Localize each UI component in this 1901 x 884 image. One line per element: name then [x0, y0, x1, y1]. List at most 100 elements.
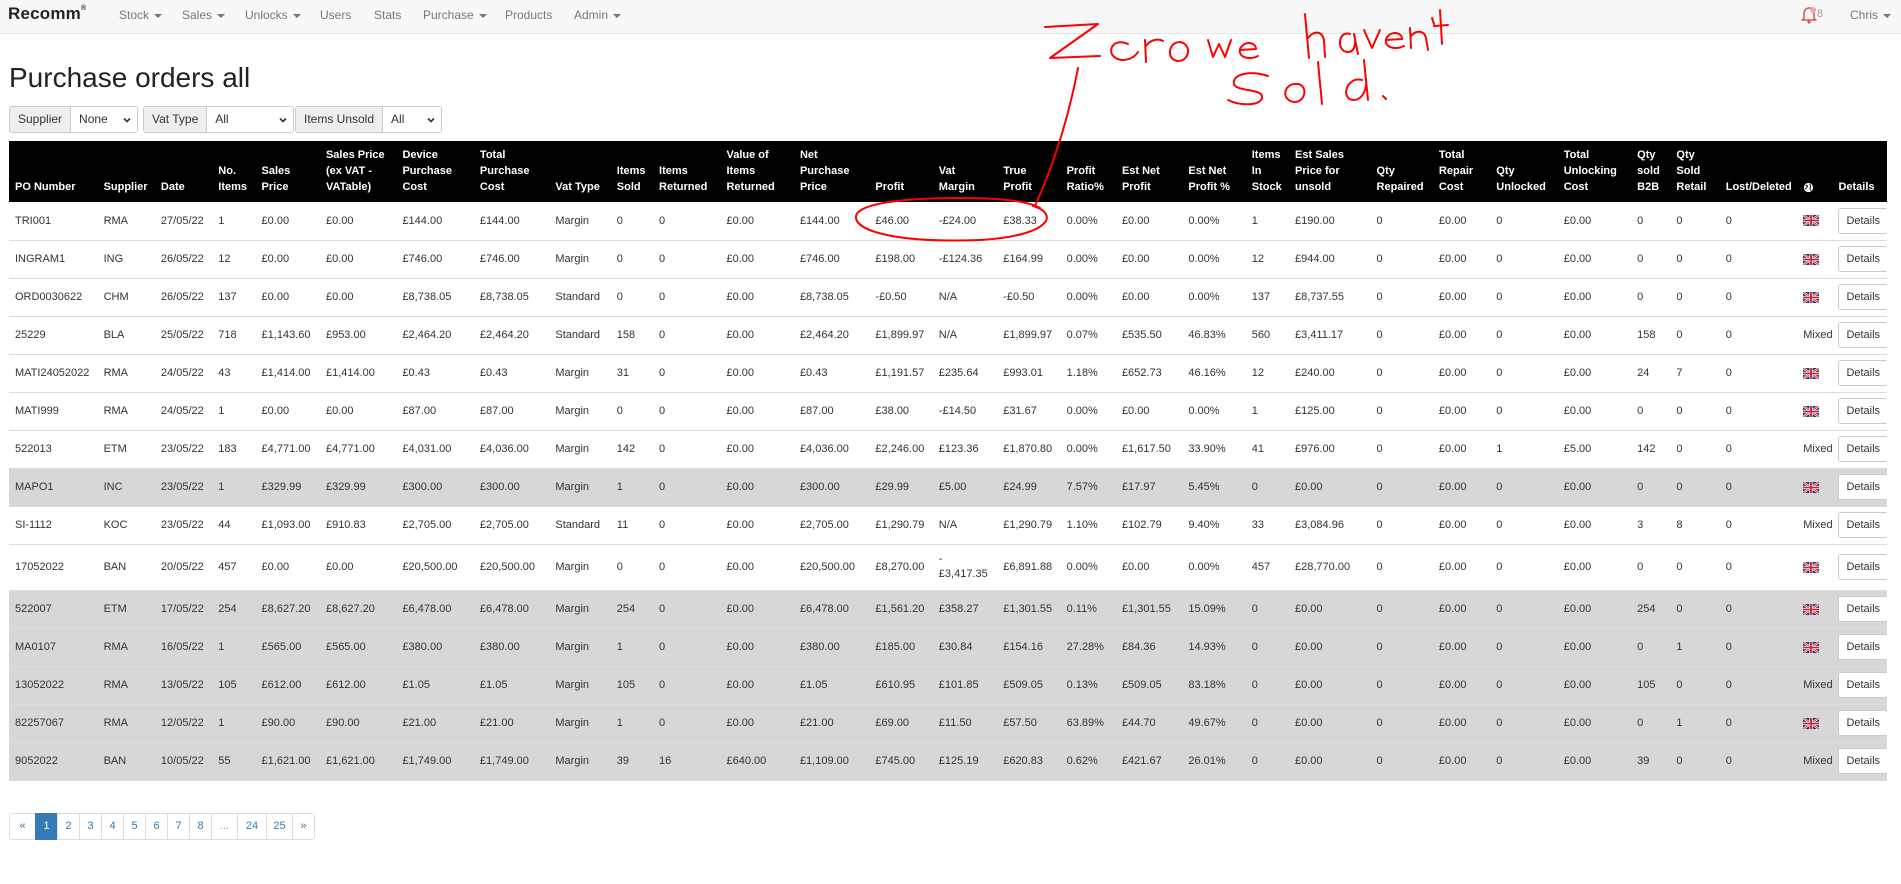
vat-type-select[interactable]: All: [207, 107, 294, 132]
details-button[interactable]: Details: [1838, 512, 1887, 538]
nav-purchase-label: Purchase: [423, 8, 474, 22]
table-row[interactable]: MATI999 RMA 24/05/22 1 £0.00 £0.00 £87.00 £87.0…: [9, 392, 1887, 431]
col-header-total-purchase-cost: Total Purchase Cost: [473, 141, 550, 202]
cell-qty-repaired: 0: [1370, 468, 1433, 507]
nav-stock[interactable]: Stock: [119, 8, 163, 22]
table-row[interactable]: 522007 ETM 17/05/22 254 £8,627.20 £8,627.20 £6…: [9, 590, 1887, 629]
cell-no-items: 718: [212, 316, 256, 355]
table-row[interactable]: 13052022 RMA 13/05/22 105 £612.00 £612.00 £1.0…: [9, 666, 1887, 705]
supplier-select[interactable]: None: [71, 107, 138, 132]
page-next-button[interactable]: »: [292, 813, 315, 840]
col-header-net-purchase-price: Net Purchase Price: [793, 141, 870, 202]
page-prev-button[interactable]: «: [9, 813, 36, 840]
cell-profit: £2,246.00: [869, 430, 933, 469]
details-button[interactable]: Details: [1838, 672, 1887, 698]
details-button[interactable]: Details: [1838, 596, 1887, 622]
cell-total-unlocking-cost: £0.00: [1557, 354, 1632, 393]
nav-stats[interactable]: Stats: [374, 8, 401, 22]
cell-lost-deleted: 0: [1719, 392, 1798, 431]
table-row[interactable]: MATI24052022 RMA 24/05/22 43 £1,414.00 £1,414…: [9, 354, 1887, 393]
cell-est-net-profit: £0.00: [1115, 240, 1183, 279]
cell-no-items: 43: [212, 354, 256, 393]
details-button[interactable]: Details: [1838, 436, 1887, 462]
table-row[interactable]: MAPO1 INC 23/05/22 1 £329.99 £329.99 £300.00 £3…: [9, 468, 1887, 507]
cell-vat-margin: £30.84: [932, 628, 998, 667]
details-button[interactable]: Details: [1838, 322, 1887, 348]
details-button[interactable]: Details: [1838, 207, 1887, 234]
cell-lost-deleted: 0: [1719, 666, 1798, 705]
cell-est-net-profit: 46.83%: [1182, 316, 1246, 355]
page-button-24[interactable]: 24: [237, 813, 267, 840]
cell-profit: £610.95: [869, 666, 933, 705]
user-menu[interactable]: Chris: [1850, 8, 1892, 22]
cell-profit-ratio: 0.00%: [1060, 544, 1116, 591]
table-row[interactable]: TRI001 RMA 27/05/22 1 £0.00 £0.00 £144.00 £144.…: [9, 202, 1887, 241]
details-button[interactable]: Details: [1838, 474, 1887, 500]
table-row[interactable]: 25229 BLA 25/05/22 718 £1,143.60 £953.00 £2,46…: [9, 316, 1887, 355]
details-button[interactable]: Details: [1838, 634, 1887, 660]
nav-purchase[interactable]: Purchase: [423, 8, 487, 22]
details-button[interactable]: Details: [1838, 748, 1887, 774]
cell-true-profit: £1,870.80: [997, 430, 1061, 469]
table-row[interactable]: INGRAM1 ING 26/05/22 12 £0.00 £0.00 £746.00 £74…: [9, 240, 1887, 279]
cell-date: 12/05/22: [154, 704, 213, 743]
page-button-4[interactable]: 4: [101, 813, 124, 840]
cell-qty-sold-b2b: 0: [1631, 392, 1671, 431]
cell-qty-sold-retail: 0: [1670, 544, 1720, 591]
details-button[interactable]: Details: [1838, 246, 1887, 272]
nav-unlocks[interactable]: Unlocks: [245, 8, 301, 22]
details-button[interactable]: Details: [1838, 710, 1887, 736]
cell-vat-type: Margin: [549, 430, 611, 469]
cell-est-sales-price-for-unsold: £28,770.00: [1289, 544, 1371, 591]
details-button[interactable]: Details: [1838, 398, 1887, 424]
brand-logo[interactable]: Recomm®: [8, 4, 86, 24]
table-row[interactable]: MA0107 RMA 16/05/22 1 £565.00 £565.00 £380.00 £…: [9, 628, 1887, 667]
nav-products[interactable]: Products: [505, 8, 552, 22]
uk-flag-icon: [1803, 253, 1820, 265]
details-button[interactable]: Details: [1838, 360, 1887, 386]
nav-sales[interactable]: Sales: [182, 8, 226, 22]
page-button-1[interactable]: 1: [35, 813, 58, 840]
page-button-2[interactable]: 2: [57, 813, 80, 840]
items-unsold-select[interactable]: All: [383, 107, 442, 132]
page-button-8[interactable]: 8: [189, 813, 212, 840]
cell-device-purchase-cost: £87.00: [396, 392, 474, 431]
cell-no-items: 55: [212, 742, 256, 781]
page-button-3[interactable]: 3: [79, 813, 102, 840]
cell-items-in-stock: 12: [1245, 354, 1290, 393]
cell-qty-sold-b2b: 0: [1631, 202, 1671, 241]
cell-device-purchase-cost: £8,738.05: [396, 278, 474, 317]
uk-flag-icon: [1803, 717, 1820, 729]
page-button-5[interactable]: 5: [123, 813, 146, 840]
table-row[interactable]: 522013 ETM 23/05/22 183 £4,771.00 £4,771.00 £4…: [9, 430, 1887, 469]
page-button-6[interactable]: 6: [145, 813, 168, 840]
cell-profit-ratio: 0.00%: [1060, 240, 1116, 279]
cell-vat-type: Margin: [549, 590, 611, 629]
cell-date: 16/05/22: [154, 628, 213, 667]
col-header-sales-price: Sales Price: [255, 141, 320, 202]
table-row[interactable]: SI-1112 KOC 23/05/22 44 £1,093.00 £910.83 £2,7…: [9, 506, 1887, 545]
cell-est-net-profit: £509.05: [1115, 666, 1183, 705]
cell-items-sold: 0: [610, 240, 654, 279]
region-mixed: Mixed: [1797, 316, 1833, 355]
cell-device-purchase-cost: £21.00: [396, 704, 474, 743]
table-row[interactable]: 82257067 RMA 12/05/22 1 £90.00 £90.00 £21.00 £2…: [9, 704, 1887, 743]
table-row[interactable]: 17052022 BAN 20/05/22 457 £0.00 £0.00 £20,500.…: [9, 544, 1887, 591]
cell-lost-deleted: 0: [1719, 704, 1798, 743]
details-button[interactable]: Details: [1838, 284, 1887, 310]
cell-est-net-profit: 49.67%: [1182, 704, 1246, 743]
nav-users[interactable]: Users: [320, 8, 351, 22]
cell-items-returned: 0: [653, 628, 721, 667]
table-row[interactable]: 9052022 BAN 10/05/22 55 £1,621.00 £1,621.00 £1…: [9, 742, 1887, 781]
cell-profit-ratio: 0.62%: [1060, 742, 1116, 781]
page-button-7[interactable]: 7: [167, 813, 190, 840]
cell-net-purchase-price: £4,036.00: [793, 430, 870, 469]
region-mixed: Mixed: [1797, 742, 1833, 781]
table-row[interactable]: ORD0030622 CHM 26/05/22 137 £0.00 £0.00 £8,738…: [9, 278, 1887, 317]
page-button-25[interactable]: 25: [266, 813, 293, 840]
pagination: «1 2 3 4 5 6 7 8... 24 25»: [9, 813, 315, 840]
cell-qty-sold-b2b: 0: [1631, 628, 1671, 667]
cell-total-repair-cost: £0.00: [1432, 704, 1491, 743]
nav-admin[interactable]: Admin: [574, 8, 622, 22]
details-button[interactable]: Details: [1838, 554, 1887, 580]
